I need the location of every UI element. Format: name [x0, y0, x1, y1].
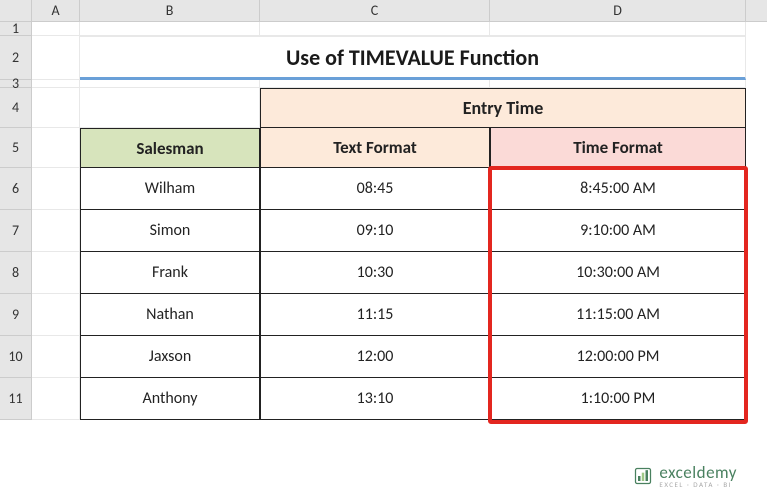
cell-c1[interactable] — [260, 22, 490, 36]
row-header-3[interactable]: 3 — [0, 80, 32, 88]
salesman-cell[interactable]: Simon — [80, 210, 260, 252]
time-cell[interactable]: 12:00:00 PM — [490, 336, 746, 378]
cell-a9[interactable] — [32, 294, 80, 336]
col-header-b[interactable]: B — [80, 0, 260, 21]
row-header-11[interactable]: 11 — [0, 378, 32, 420]
text-cell[interactable]: 10:30 — [260, 252, 490, 294]
watermark: exceldemy EXCEL · DATA · BI — [633, 464, 737, 488]
cell-a6[interactable] — [32, 168, 80, 210]
cell-a4[interactable] — [32, 88, 80, 128]
cell-a11[interactable] — [32, 378, 80, 420]
row-header-4[interactable]: 4 — [0, 88, 32, 128]
salesman-cell[interactable]: Frank — [80, 252, 260, 294]
cell-b4[interactable] — [80, 88, 260, 128]
text-cell[interactable]: 08:45 — [260, 168, 490, 210]
text-format-header[interactable]: Text Format — [260, 128, 490, 168]
cell-b1[interactable] — [80, 22, 260, 36]
watermark-subtext: EXCEL · DATA · BI — [659, 481, 737, 488]
salesman-cell[interactable]: Nathan — [80, 294, 260, 336]
text-cell[interactable]: 12:00 — [260, 336, 490, 378]
cell-a7[interactable] — [32, 210, 80, 252]
text-cell[interactable]: 11:15 — [260, 294, 490, 336]
cell-b3[interactable] — [80, 80, 260, 88]
salesman-header[interactable]: Salesman — [80, 128, 260, 168]
row-header-10[interactable]: 10 — [0, 336, 32, 378]
row-headers: 1 2 3 4 5 6 7 8 9 10 11 — [0, 22, 32, 420]
row-header-2[interactable]: 2 — [0, 36, 32, 80]
row-header-8[interactable]: 8 — [0, 252, 32, 294]
cell-a8[interactable] — [32, 252, 80, 294]
cell-a1[interactable] — [32, 22, 80, 36]
col-header-d[interactable]: D — [490, 0, 746, 21]
spreadsheet-grid: A B C D 1 2 3 4 5 6 7 8 9 10 11 Use of T… — [0, 0, 767, 504]
col-header-a[interactable]: A — [32, 0, 80, 21]
row-header-5[interactable]: 5 — [0, 128, 32, 168]
time-format-header[interactable]: Time Format — [490, 128, 746, 168]
time-cell[interactable]: 10:30:00 AM — [490, 252, 746, 294]
entry-time-header[interactable]: Entry Time — [260, 88, 746, 128]
cell-c3[interactable] — [260, 80, 490, 88]
text-cell[interactable]: 13:10 — [260, 378, 490, 420]
salesman-cell[interactable]: Anthony — [80, 378, 260, 420]
time-cell[interactable]: 8:45:00 AM — [490, 168, 746, 210]
cell-area: Use of TIMEVALUE Function Entry Time Sal… — [32, 22, 767, 504]
col-header-c[interactable]: C — [260, 0, 490, 21]
cell-a2[interactable] — [32, 36, 80, 80]
row-header-6[interactable]: 6 — [0, 168, 32, 210]
column-headers: A B C D — [0, 0, 767, 22]
salesman-cell[interactable]: Wilham — [80, 168, 260, 210]
time-cell[interactable]: 11:15:00 AM — [490, 294, 746, 336]
row-header-7[interactable]: 7 — [0, 210, 32, 252]
select-all-corner[interactable] — [0, 0, 32, 21]
cell-a5[interactable] — [32, 128, 80, 168]
exceldemy-logo-icon — [633, 466, 653, 486]
row-header-1[interactable]: 1 — [0, 22, 32, 36]
cell-a10[interactable] — [32, 336, 80, 378]
cell-d1[interactable] — [490, 22, 746, 36]
salesman-cell[interactable]: Jaxson — [80, 336, 260, 378]
cell-d3[interactable] — [490, 80, 746, 88]
text-cell[interactable]: 09:10 — [260, 210, 490, 252]
cell-a3[interactable] — [32, 80, 80, 88]
row-header-9[interactable]: 9 — [0, 294, 32, 336]
time-cell[interactable]: 9:10:00 AM — [490, 210, 746, 252]
time-cell[interactable]: 1:10:00 PM — [490, 378, 746, 420]
page-title[interactable]: Use of TIMEVALUE Function — [80, 36, 746, 80]
watermark-text: exceldemy — [659, 464, 737, 481]
